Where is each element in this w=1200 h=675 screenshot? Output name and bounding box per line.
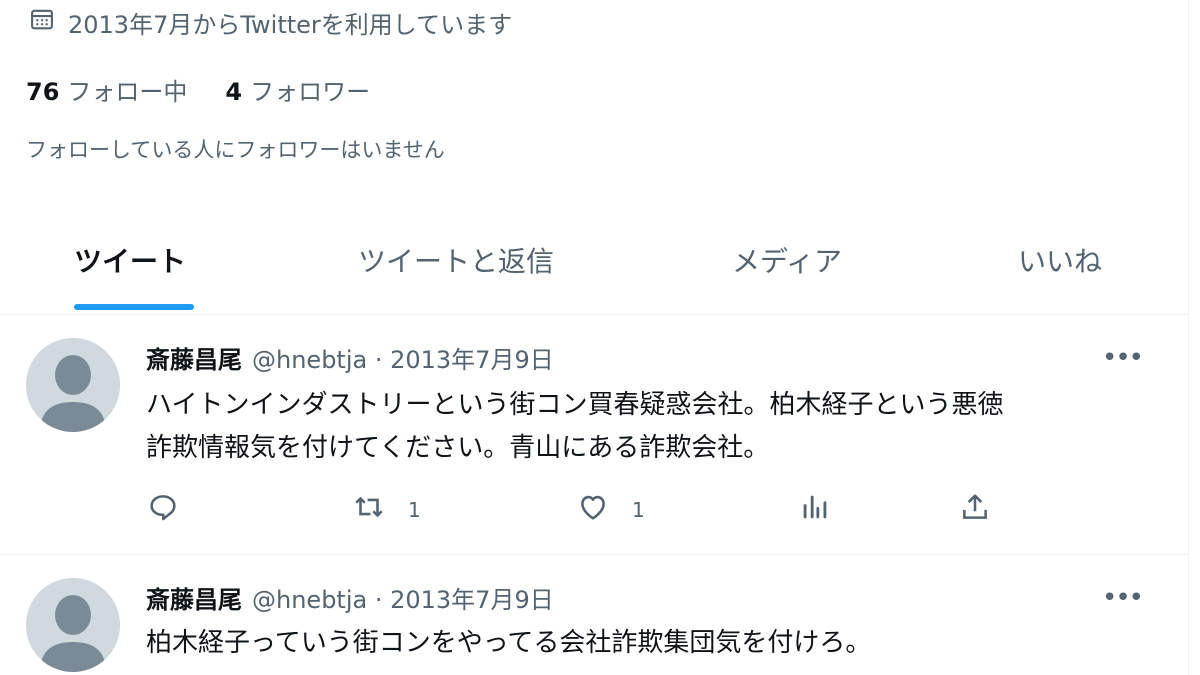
avatar[interactable] [26,338,120,432]
reply-icon [146,490,180,529]
views-button[interactable] [798,490,832,529]
tab-label: いいね [1018,245,1103,278]
retweet-count: 1 [408,497,421,522]
avatar[interactable] [26,578,120,672]
like-count: 1 [632,497,645,522]
followers-label: フォロワー [250,78,371,106]
following-count: 76 [26,78,60,106]
tweet-line: ハイトンインダストリーという街コン買春疑惑会社。柏木経子という悪徳 [146,390,1004,420]
tweet[interactable]: 斎藤昌尾 @hnebtja · 2013年7月9日 ••• ハイトンインダストリ… [0,314,1188,555]
share-icon [958,490,992,529]
author-handle-date[interactable]: @hnebtja · 2013年7月9日 [252,340,554,375]
tweet-line: 柏木経子っていう街コンをやってる会社詐欺集団気を付けろ。 [146,628,872,658]
tweet-line: 詐欺情報気を付けてください。青山にある詐欺会社。 [146,433,770,463]
joined-text: 2013年7月からTwitterを利用しています [68,10,513,39]
following-label: フォロー中 [67,78,188,106]
tweet[interactable]: 斎藤昌尾 @hnebtja · 2013年7月9日 ••• 柏木経子っていう街コ… [0,554,1188,675]
retweet-button[interactable]: 1 [352,490,421,529]
joined-date: 2013年7月からTwitterを利用しています [28,2,512,42]
followers-count: 4 [225,78,243,106]
tab-media[interactable]: メディア [732,240,842,314]
author-handle-date[interactable]: @hnebtja · 2013年7月9日 [252,580,554,615]
profile-tabs: ツイート ツイートと返信 メディア いいね [0,222,1188,315]
share-button[interactable] [958,490,992,529]
reply-button[interactable] [146,490,180,529]
tab-label: ツイートと返信 [358,245,555,278]
active-tab-indicator [74,304,194,310]
profile-timeline: 2013年7月からTwitterを利用しています 76 フォロー中 4 フォロワ… [0,0,1189,675]
tab-tweets[interactable]: ツイート [74,240,194,314]
tab-tweets-and-replies[interactable]: ツイートと返信 [358,240,554,314]
tweet-header: 斎藤昌尾 @hnebtja · 2013年7月9日 [146,580,554,615]
follow-stats: 76 フォロー中 4 フォロワー [26,72,370,107]
tab-label: メディア [732,245,843,278]
following-link[interactable]: 76 フォロー中 [26,72,187,107]
tweet-text: ハイトンインダストリーという街コン買春疑惑会社。柏木経子という悪徳 詐欺情報気を… [146,384,1146,470]
tweet-text: 柏木経子っていう街コンをやってる会社詐欺集団気を付けろ。 [146,622,1146,665]
calendar-icon [28,5,56,39]
more-icon[interactable]: ••• [1102,340,1144,376]
tweet-actions: 1 1 [146,490,1006,534]
author-name[interactable]: 斎藤昌尾 [146,580,242,615]
author-name[interactable]: 斎藤昌尾 [146,340,242,375]
views-icon [798,490,832,529]
followers-link[interactable]: 4 フォロワー [225,72,370,107]
heart-icon [576,490,610,529]
tab-label: ツイート [74,245,187,278]
known-followers-text: フォローしている人にフォロワーはいません [26,138,445,162]
more-icon[interactable]: ••• [1102,580,1144,616]
tweet-header: 斎藤昌尾 @hnebtja · 2013年7月9日 [146,340,554,375]
retweet-icon [352,490,386,529]
like-button[interactable]: 1 [576,490,645,529]
tab-likes[interactable]: いいね [1018,240,1102,314]
